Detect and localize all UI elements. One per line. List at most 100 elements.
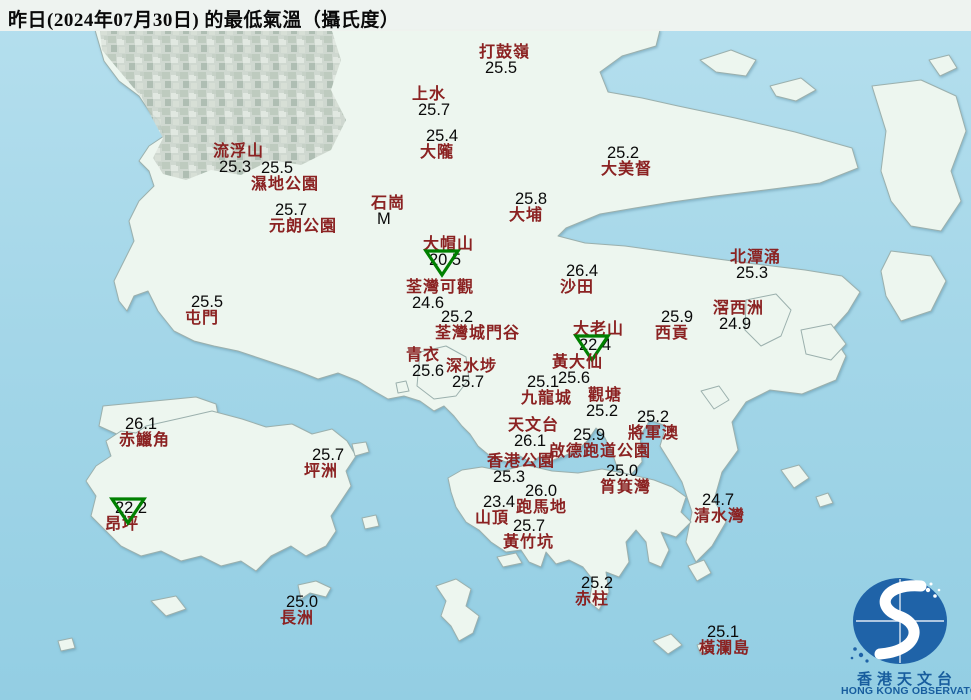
station-value: 22.2 xyxy=(115,501,147,516)
station-value: 24.9 xyxy=(719,317,751,332)
station-name: 山頂 xyxy=(475,510,509,527)
station-name: 啟德跑道公園 xyxy=(549,443,651,460)
station-value: 25.2 xyxy=(637,410,669,425)
hko-logo: 香港天文台 HONG KONG OBSERVATORY xyxy=(843,572,971,700)
station-name: 黃大仙 xyxy=(552,354,603,371)
station-value: 20.5 xyxy=(429,253,461,268)
station-label: 大帽山20.5 xyxy=(423,236,474,268)
station-name: 青衣 xyxy=(406,347,440,364)
station-value: 25.5 xyxy=(485,61,517,76)
station-value: 25.8 xyxy=(515,192,547,207)
station-value: 23.4 xyxy=(483,495,515,510)
station-name: 荃灣可觀 xyxy=(406,279,474,296)
station-label: 滘西洲24.9 xyxy=(713,300,764,332)
station-value: 25.0 xyxy=(606,464,638,479)
station-label: 25.2赤柱 xyxy=(575,576,613,608)
station-name: 清水灣 xyxy=(694,508,745,525)
station-label: 25.7元朗公園 xyxy=(269,203,337,235)
station-value: 25.3 xyxy=(736,266,768,281)
station-value: 25.7 xyxy=(312,448,344,463)
station-value: 25.7 xyxy=(275,203,307,218)
station-value: 25.1 xyxy=(707,625,739,640)
station-value: 24.7 xyxy=(702,493,734,508)
station-name: 坪洲 xyxy=(304,463,338,480)
station-value: 25.7 xyxy=(513,519,545,534)
station-value: 25.6 xyxy=(558,371,590,386)
station-label: 流浮山25.3 xyxy=(213,143,264,175)
station-name: 深水埗 xyxy=(446,358,497,375)
station-name: 西貢 xyxy=(655,325,689,342)
station-value: 25.5 xyxy=(191,295,223,310)
station-label: 大老山22.4 xyxy=(573,321,624,353)
station-name: 觀塘 xyxy=(588,387,622,404)
station-label: 25.0筲箕灣 xyxy=(600,464,651,496)
station-label: 25.4大隴 xyxy=(420,129,458,161)
station-value: 25.3 xyxy=(219,160,251,175)
station-label: 23.4山頂 xyxy=(475,495,515,527)
station-name: 筲箕灣 xyxy=(600,479,651,496)
station-name: 大老山 xyxy=(573,321,624,338)
station-name: 流浮山 xyxy=(213,143,264,160)
station-label: 25.2荃灣城門谷 xyxy=(435,310,520,342)
station-value: 24.6 xyxy=(412,296,444,311)
station-name: 九龍城 xyxy=(521,390,572,407)
station-name: 上水 xyxy=(412,86,446,103)
station-value: 25.7 xyxy=(452,375,484,390)
station-name: 大帽山 xyxy=(423,236,474,253)
station-name: 昂坪 xyxy=(105,516,139,533)
station-label: 石崗M xyxy=(371,195,405,227)
station-name: 香港公園 xyxy=(487,453,555,470)
station-name: 石崗 xyxy=(371,195,405,212)
station-label: 25.1橫瀾島 xyxy=(699,625,750,657)
station-name: 天文台 xyxy=(508,417,559,434)
station-value: 25.6 xyxy=(412,364,444,379)
station-value: 25.9 xyxy=(661,310,693,325)
station-label: 觀塘25.2 xyxy=(588,387,622,419)
station-name: 沙田 xyxy=(560,279,594,296)
station-value: 25.7 xyxy=(418,103,450,118)
station-label: 25.9啟德跑道公園 xyxy=(549,428,651,460)
station-name: 荃灣城門谷 xyxy=(435,325,520,342)
station-value: 25.4 xyxy=(426,129,458,144)
station-label: 25.8大埔 xyxy=(509,192,547,224)
hko-logo-name-en: HONG KONG OBSERVATORY xyxy=(841,685,971,697)
station-label: 深水埗25.7 xyxy=(446,358,497,390)
station-label: 26.4沙田 xyxy=(560,264,598,296)
station-name: 打鼓嶺 xyxy=(479,44,530,61)
station-label: 北潭涌25.3 xyxy=(730,249,781,281)
station-name: 大美督 xyxy=(601,161,652,178)
station-label: 25.9西貢 xyxy=(655,310,693,342)
station-name: 大隴 xyxy=(420,144,454,161)
station-value: 25.0 xyxy=(286,595,318,610)
station-label: 25.7黃竹坑 xyxy=(503,519,554,551)
weather-map-screenshot: 昨日(2024年07月30日) 的最低氣溫（攝氏度） 打鼓嶺25.5上水25.7… xyxy=(0,0,971,700)
station-name: 濕地公園 xyxy=(251,176,319,193)
station-name: 黃竹坑 xyxy=(503,534,554,551)
station-value: 26.1 xyxy=(514,434,546,449)
station-label: 25.7坪洲 xyxy=(304,448,344,480)
station-name: 北潭涌 xyxy=(730,249,781,266)
station-name: 元朗公園 xyxy=(269,218,337,235)
station-label: 天文台26.1 xyxy=(508,417,559,449)
station-name: 屯門 xyxy=(185,310,219,327)
station-label: 25.5屯門 xyxy=(185,295,223,327)
station-name: 赤鱲角 xyxy=(119,432,170,449)
station-value: 25.2 xyxy=(586,404,618,419)
station-name: 赤柱 xyxy=(575,591,609,608)
station-label: 香港公園25.3 xyxy=(487,453,555,485)
stations-layer: 打鼓嶺25.5上水25.725.4大隴流浮山25.325.5濕地公園25.7元朗… xyxy=(0,0,971,700)
station-label: 26.0跑馬地 xyxy=(516,484,567,516)
station-label: 22.2昂坪 xyxy=(105,501,147,533)
station-value: M xyxy=(377,212,391,227)
station-value: 25.2 xyxy=(607,146,639,161)
station-value: 25.3 xyxy=(493,470,525,485)
station-value: 26.4 xyxy=(566,264,598,279)
minimum-marker-icon xyxy=(108,494,148,526)
station-value: 26.0 xyxy=(525,484,557,499)
station-label: 25.5濕地公園 xyxy=(251,161,319,193)
station-name: 長洲 xyxy=(280,610,314,627)
station-name: 將軍澳 xyxy=(628,425,679,442)
station-value: 22.4 xyxy=(579,338,611,353)
station-label: 24.7清水灣 xyxy=(694,493,745,525)
station-label: 25.1九龍城 xyxy=(521,375,572,407)
